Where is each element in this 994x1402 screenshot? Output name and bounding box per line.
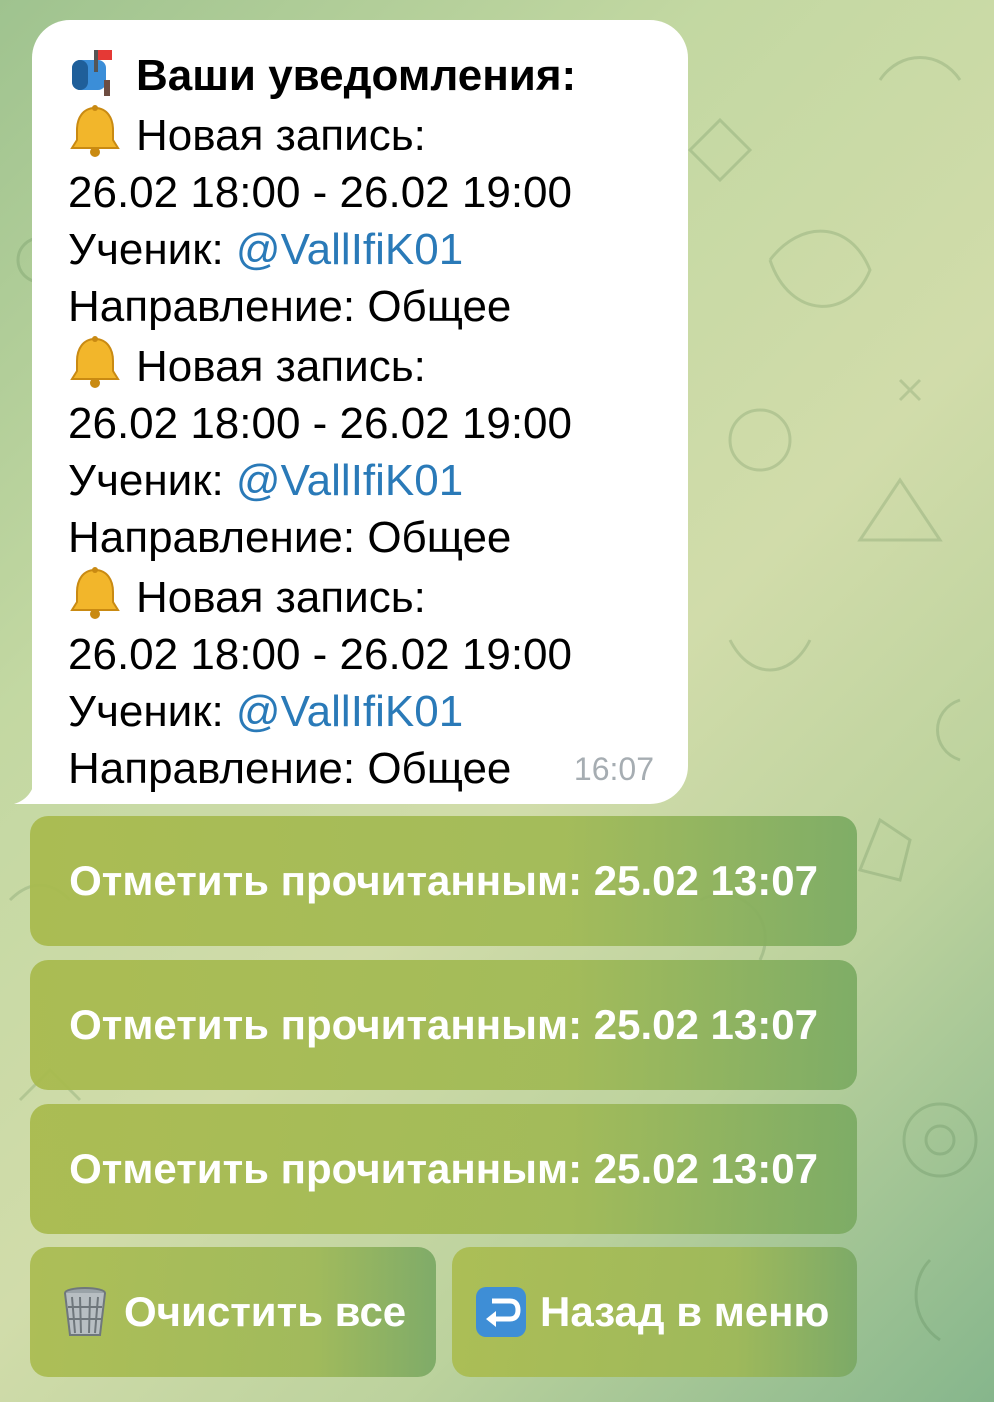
entry-heading: Новая запись: <box>136 111 426 160</box>
entry-student-line: Ученик: @VallIfiK01 <box>68 683 652 740</box>
student-mention-link[interactable]: @VallIfiK01 <box>236 225 463 274</box>
return-arrow-icon <box>476 1287 526 1337</box>
clear-all-label: Очистить все <box>124 1288 407 1335</box>
mark-read-button[interactable]: Отметить прочитанным: 25.02 13:07 <box>30 816 857 946</box>
mark-read-button[interactable]: Отметить прочитанным: 25.02 13:07 <box>30 1104 857 1234</box>
bell-icon <box>70 105 120 157</box>
entry-time-range: 26.02 18:00 - 26.02 19:00 <box>68 168 572 217</box>
entry-heading: Новая запись: <box>136 573 426 622</box>
student-mention-link[interactable]: @VallIfiK01 <box>236 456 463 505</box>
entry-student-label: Ученик: <box>68 456 236 505</box>
message-title: Ваши уведомления: <box>136 51 577 100</box>
entry-direction: Направление: Общее <box>68 513 512 562</box>
back-to-menu-button[interactable]: Назад в меню <box>452 1247 857 1377</box>
entry-direction: Направление: Общее <box>68 744 512 793</box>
message-timestamp: 16:07 <box>573 751 654 787</box>
mark-read-button[interactable]: Отметить прочитанным: 25.02 13:07 <box>30 960 857 1090</box>
mailbox-icon <box>72 50 112 96</box>
bell-icon <box>70 567 120 619</box>
entry-student-line: Ученик: @VallIfiK01 <box>68 452 652 509</box>
entry-student-label: Ученик: <box>68 687 236 736</box>
bell-icon <box>70 336 120 388</box>
message-title-line: Ваши уведомления: <box>68 44 652 104</box>
entry-heading-line: Новая запись: <box>68 104 652 164</box>
entry-time-range: 26.02 18:00 - 26.02 19:00 <box>68 630 572 679</box>
entry-student-label: Ученик: <box>68 225 236 274</box>
entry-heading: Новая запись: <box>136 342 426 391</box>
entry-heading-line: Новая запись: <box>68 335 652 395</box>
clear-all-button[interactable]: Очистить все <box>30 1247 436 1377</box>
wastebasket-icon <box>64 1287 106 1336</box>
entry-time-range: 26.02 18:00 - 26.02 19:00 <box>68 399 572 448</box>
entry-student-line: Ученик: @VallIfiK01 <box>68 221 652 278</box>
entry-heading-line: Новая запись: <box>68 566 652 626</box>
bubble-tail <box>14 770 44 804</box>
back-to-menu-label: Назад в меню <box>540 1288 830 1335</box>
entry-direction: Направление: Общее <box>68 282 512 331</box>
student-mention-link[interactable]: @VallIfiK01 <box>236 687 463 736</box>
notification-message-bubble: Ваши уведомления: Новая запись: 26.02 18… <box>32 20 688 804</box>
